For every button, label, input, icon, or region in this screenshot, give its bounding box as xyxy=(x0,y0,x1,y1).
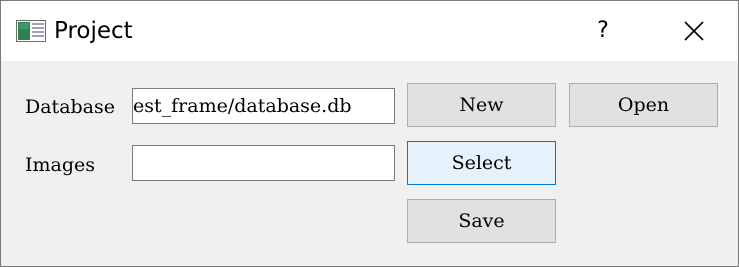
database-field-value: est_frame/database.db xyxy=(133,95,352,117)
save-button[interactable]: Save xyxy=(407,199,556,243)
app-project-icon xyxy=(16,20,46,42)
select-button[interactable]: Select xyxy=(407,141,556,185)
window-title: Project xyxy=(54,18,133,44)
close-icon xyxy=(684,21,704,41)
help-button[interactable]: ? xyxy=(583,13,623,49)
new-button[interactable]: New xyxy=(407,83,556,127)
close-button[interactable] xyxy=(673,13,715,49)
database-label: Database xyxy=(25,96,116,118)
title-bar[interactable]: Project ? xyxy=(1,1,738,61)
project-dialog: Project ? Database est_frame/database.db… xyxy=(0,0,739,267)
images-field[interactable] xyxy=(132,145,395,181)
images-label: Images xyxy=(25,154,96,176)
database-field[interactable]: est_frame/database.db xyxy=(132,88,395,124)
open-button[interactable]: Open xyxy=(569,83,718,127)
